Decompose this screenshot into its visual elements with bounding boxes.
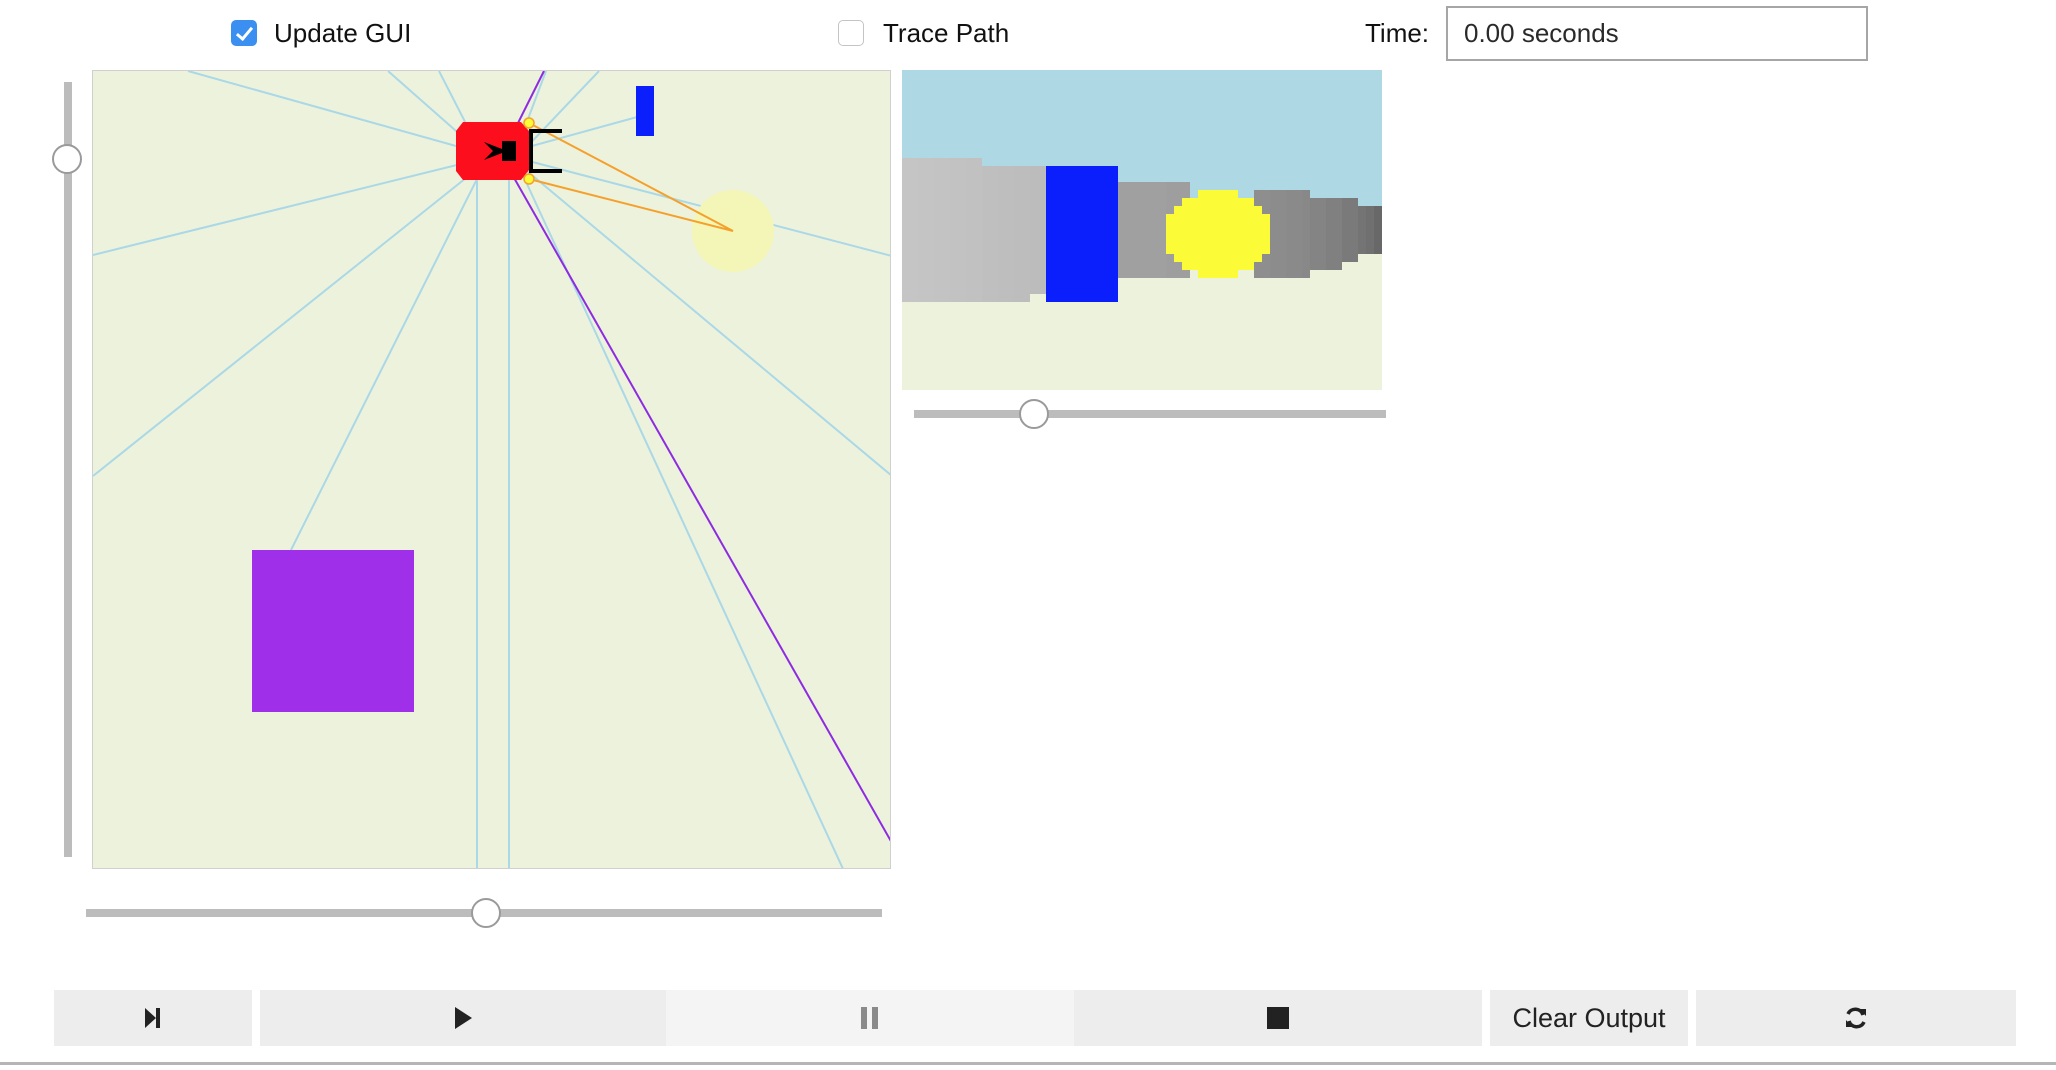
update-gui-checkbox[interactable] (231, 20, 257, 46)
world-view (93, 71, 890, 868)
camera-light-pixel-row (1182, 198, 1254, 206)
camera-wall-column (1030, 166, 1046, 294)
camera-light-pixel-row (1174, 254, 1262, 262)
refresh-button[interactable] (1696, 990, 2016, 1046)
camera-wall-column (1286, 190, 1302, 278)
camera-light-pixel-row (1198, 270, 1238, 278)
camera-wall-column (998, 166, 1014, 302)
camera-image (902, 70, 1382, 390)
world-vertical-slider-track[interactable] (64, 82, 72, 857)
light-sensor (523, 117, 535, 129)
camera-wall-column (1366, 206, 1374, 254)
update-gui-label: Update GUI (274, 18, 412, 48)
camera-wall-column (982, 166, 998, 302)
camera-fov-line (508, 168, 890, 842)
camera-light-pixel-row (1174, 206, 1262, 214)
camera-wall-column (902, 158, 918, 302)
sensor-ray (93, 165, 482, 477)
step-button[interactable] (54, 990, 252, 1046)
camera-wall-column (1374, 206, 1382, 254)
camera-wall-column (950, 158, 966, 302)
purple-obstacle (252, 550, 414, 712)
camera-wall-column (1302, 190, 1310, 278)
time-label: Time: (1365, 18, 1430, 48)
camera-light-pixel-row (1166, 230, 1270, 238)
light-sensor (523, 173, 535, 185)
world-horizontal-slider-thumb[interactable] (471, 898, 501, 928)
refresh-icon (1846, 1007, 1866, 1029)
trace-path-checkbox[interactable] (838, 20, 864, 46)
sensor-ray (290, 170, 482, 551)
camera-light-pixel-row (1166, 222, 1270, 230)
camera-wall-column (1358, 206, 1366, 254)
camera-wall-column (934, 158, 950, 302)
camera-wall-column (1118, 182, 1166, 278)
camera-light-pixel-row (1166, 246, 1270, 254)
time-field[interactable] (1446, 6, 1868, 61)
camera-slider-track[interactable] (914, 410, 1386, 418)
camera-light-pixel-row (1198, 190, 1238, 198)
camera-light-pixel-row (1166, 238, 1270, 246)
camera-wall-column (1326, 198, 1342, 270)
camera-wall-column (1310, 198, 1326, 270)
robot-body (456, 122, 529, 180)
camera-wall-column (918, 158, 934, 302)
blue-obstacle (636, 86, 654, 136)
pause-icon (861, 1007, 878, 1029)
trace-path-label: Trace Path (883, 18, 1010, 48)
camera-blue-obstacle (1046, 166, 1118, 302)
step-forward-icon (145, 1008, 160, 1028)
world-vertical-slider-thumb[interactable] (52, 144, 82, 174)
pause-button[interactable] (666, 990, 1074, 1046)
camera-wall-column (966, 158, 982, 302)
play-icon (455, 1007, 472, 1029)
camera-wall-column (1342, 198, 1358, 262)
clear-output-button[interactable]: Clear Output (1490, 990, 1688, 1046)
camera-slider-thumb[interactable] (1019, 399, 1049, 429)
camera-light-pixel-row (1166, 214, 1270, 222)
output-divider (0, 1062, 2056, 1065)
sensor-ray (93, 158, 482, 256)
world-canvas[interactable] (92, 70, 891, 869)
play-button[interactable] (260, 990, 666, 1046)
camera-wall-column (1270, 190, 1286, 278)
robot-camera-view (902, 70, 1382, 390)
robot-camera (502, 141, 516, 161)
camera-light-pixel-row (1182, 262, 1254, 270)
sensor-ray (187, 71, 482, 154)
stop-icon (1267, 1007, 1289, 1029)
light-sensor-ray (528, 122, 734, 232)
camera-wall-column (1014, 166, 1030, 302)
stop-button[interactable] (1074, 990, 1482, 1046)
